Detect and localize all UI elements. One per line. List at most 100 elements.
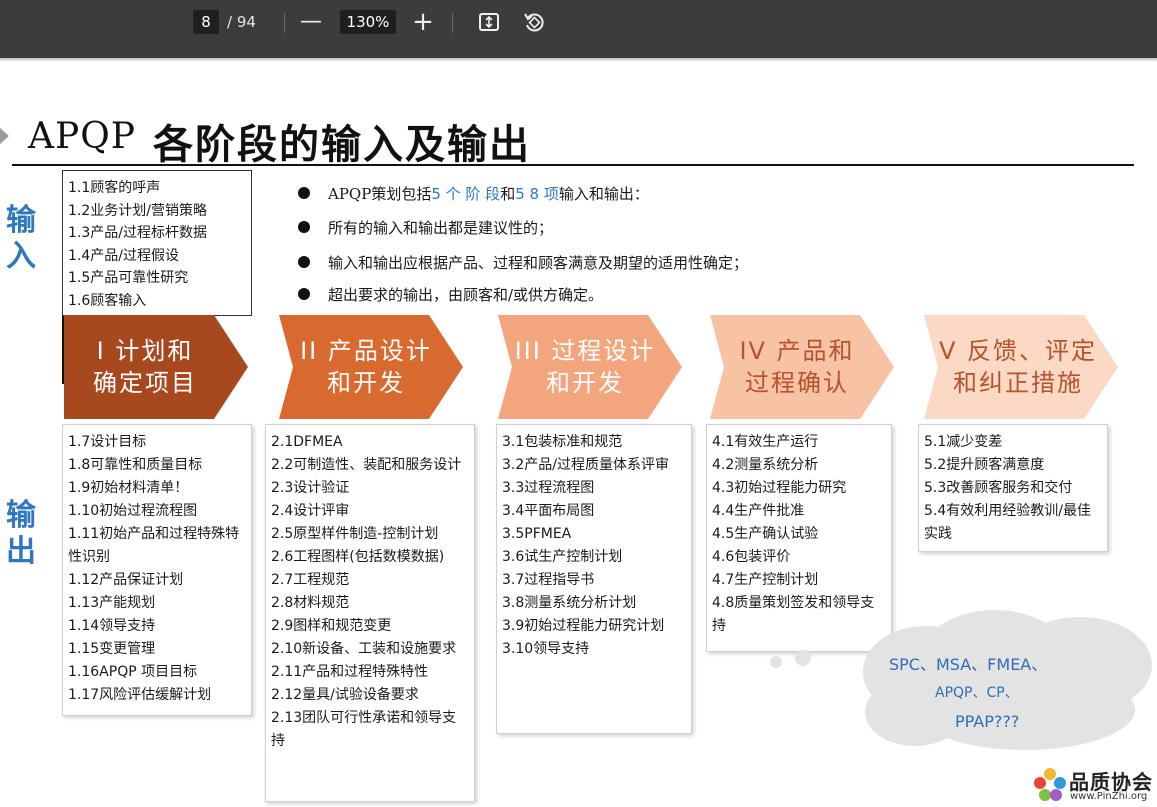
list-item: 4.7生产控制计划 [712, 572, 819, 588]
output-list-phase-3: 3.1包装标准和规范 3.2产品/过程质量体系评审 3.3过程流程图 3.4平面… [496, 424, 692, 734]
list-item: 1.11初始产品和过程特殊特性识别 [68, 526, 240, 565]
phase-title: I 计划和 [96, 337, 194, 365]
list-item: 1.3产品/过程标杆数据 [68, 225, 207, 241]
list-item: 1.8可靠性和质量目标 [68, 457, 203, 473]
phase-chevron-1: I 计划和 确定项目 [64, 315, 248, 419]
cloud-text: PPAP??? [955, 712, 1020, 731]
list-item: 2.8材料规范 [271, 595, 350, 611]
page-total: / 94 [227, 13, 256, 31]
list-item: 4.6包装评价 [712, 549, 791, 565]
cloud-text: SPC、MSA、FMEA、 [889, 655, 1048, 674]
list-item: 2.1DFMEA [271, 434, 343, 450]
list-item: 2.6工程图样(包括数模数据) [271, 549, 445, 565]
list-item: 2.2可制造性、装配和服务设计 [271, 457, 462, 473]
bullet-dot-icon [298, 186, 310, 199]
bullet-text: 超出要求的输出，由顾客和/或供方确定。 [328, 286, 604, 304]
list-item: 4.1有效生产运行 [712, 434, 819, 450]
input-label-char: 入 [6, 239, 36, 274]
phase-title: V 反馈、评定 [938, 337, 1098, 365]
page-number-input[interactable]: 8 [193, 10, 219, 34]
list-item: 1.17风险评估缓解计划 [68, 687, 212, 703]
list-item: 3.6试生产控制计划 [502, 549, 623, 565]
fit-page-button[interactable] [474, 8, 504, 36]
zoom-out-button[interactable]: — [296, 8, 326, 36]
input-label: 输 入 [3, 203, 39, 275]
input-label-char: 输 [6, 203, 36, 238]
output-list-phase-1: 1.7设计目标 1.8可靠性和质量目标 1.9初始材料清单！ 1.10初始过程流… [62, 424, 252, 716]
pdf-toolbar: 8 / 94 — 130% + [0, 0, 1157, 58]
phase-title: 和纠正措施 [953, 369, 1083, 397]
bullet-highlight: 5 个 阶 段 [431, 185, 501, 203]
slide-title-latin: APQP [28, 116, 136, 157]
pinzhi-logo-icon [1033, 766, 1067, 806]
list-item: 2.10新设备、工装和设施要求 [271, 641, 457, 657]
list-item: 2.4设计评审 [271, 503, 350, 519]
list-item: 1.9初始材料清单！ [68, 480, 189, 496]
list-item: 2.11产品和过程特殊特性 [271, 664, 429, 680]
list-item: 4.5生产确认试验 [712, 526, 819, 542]
list-item: 2.12量具/试验设备要求 [271, 687, 419, 703]
list-item: 1.4产品/过程假设 [68, 247, 179, 264]
phase-title: 和开发 [546, 369, 624, 397]
list-item: 1.7设计目标 [68, 434, 147, 450]
bullet-highlight: 5 8 项 [515, 185, 559, 203]
output-list-phase-5: 5.1减少变差 5.2提升顾客满意度 5.3改善顾客服务和交付 5.4有效利用经… [918, 424, 1108, 552]
phase-title: 确定项目 [93, 369, 197, 397]
zoom-in-button[interactable]: + [408, 8, 438, 36]
rotate-icon [524, 13, 544, 32]
list-item: 2.3设计验证 [271, 480, 350, 496]
list-item: 4.3初始过程能力研究 [712, 480, 847, 496]
list-item: 1.16APQP 项目目标 [68, 664, 198, 680]
phase-title: II 产品设计 [300, 337, 432, 365]
phase-chevron-2: II 产品设计 和开发 [279, 315, 463, 419]
cloud-bubble [770, 656, 782, 668]
phase-title: IV 产品和 [739, 337, 855, 365]
list-item: 5.4有效利用经验教训/最佳实践 [924, 503, 1091, 542]
bullet-dot-icon [298, 255, 310, 268]
list-item: 2.13团队可行性承诺和领导支持 [271, 710, 457, 749]
cloud-text: APQP、CP、 [935, 685, 1019, 701]
list-item: 4.4生产件批准 [712, 503, 805, 519]
list-item: 4.2测量系统分析 [712, 457, 819, 473]
zoom-level-input[interactable]: 130% [340, 10, 396, 34]
list-item: 1.15变更管理 [68, 641, 156, 657]
list-item: 1.10初始过程流程图 [68, 503, 198, 519]
phase-title: III 过程设计 [514, 337, 656, 365]
list-item: 1.12产品保证计划 [68, 572, 184, 588]
bullet-item: APQP策划包括5 个 阶 段和5 8 项输入和输出： [298, 183, 649, 204]
phase-chevron-3: III 过程设计 和开发 [498, 315, 682, 419]
list-item: 3.8测量系统分析计划 [502, 595, 637, 611]
slide-title: 各阶段的输入及输出 [153, 122, 531, 168]
title-arrow-icon [0, 128, 9, 144]
list-item: 3.7过程指导书 [502, 572, 595, 588]
phase-chevron-5: V 反馈、评定 和纠正措施 [924, 315, 1118, 419]
list-item: 5.1减少变差 [924, 434, 1003, 450]
bullet-text: 输入和输出应根据产品、过程和顾客满意及期望的适用性确定； [328, 254, 749, 272]
toolbar-shadow [0, 58, 1157, 62]
fit-page-icon [479, 13, 499, 31]
bullet-item: 所有的输入和输出都是建议性的； [298, 217, 553, 238]
phase-chevron-4: IV 产品和 过程确认 [710, 315, 894, 419]
bullet-text: APQP策划包括 [328, 185, 432, 203]
output-label-char: 输 [6, 498, 36, 533]
bullet-dot-icon [298, 287, 310, 300]
rotate-button[interactable] [519, 8, 549, 36]
cloud-bubble [795, 650, 811, 666]
phase-title: 和开发 [327, 369, 405, 397]
list-item: 3.4平面布局图 [502, 503, 595, 519]
list-item: 3.2产品/过程质量体系评审 [502, 457, 669, 473]
bullet-text: 和 [500, 185, 516, 203]
bullet-text: 所有的输入和输出都是建议性的； [328, 219, 554, 237]
list-item: 1.1顾客的呼声 [68, 180, 161, 196]
thought-cloud: SPC、MSA、FMEA、 APQP、CP、 PPAP??? [780, 610, 1157, 760]
list-item: 3.10领导支持 [502, 641, 590, 657]
list-item: 1.14领导支持 [68, 618, 156, 634]
bullet-dot-icon [298, 220, 310, 233]
list-item: 5.3改善顾客服务和交付 [924, 480, 1073, 496]
list-item: 2.5原型样件制造-控制计划 [271, 526, 439, 542]
list-item: 1.6顾客输入 [68, 292, 147, 309]
list-item: 1.2业务计划/营销策略 [68, 202, 207, 219]
bullet-item: 超出要求的输出，由顾客和/或供方确定。 [298, 284, 603, 305]
toolbar-divider [284, 13, 285, 33]
list-item: 1.5产品可靠性研究 [68, 270, 189, 286]
